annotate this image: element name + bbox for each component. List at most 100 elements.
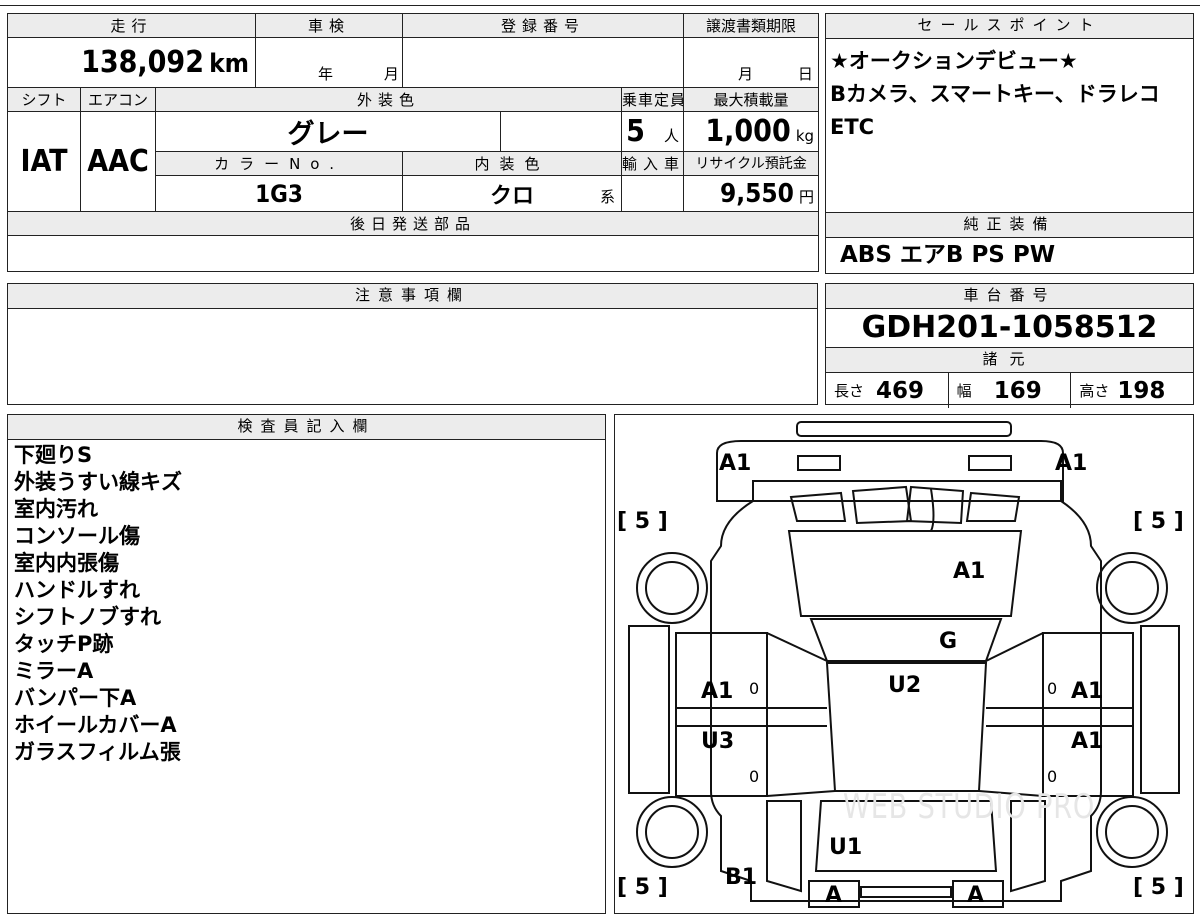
capacity-value: 5: [626, 114, 645, 149]
left-rear-pillar-line: [766, 790, 836, 797]
inspector-note: 下廻りS: [14, 443, 93, 467]
genuine-equipment-box: 純正装備 ABS エアB PS PW: [825, 212, 1194, 274]
spec-height-value: 198: [1117, 377, 1166, 404]
watermark: WEB STUDIO PRO: [843, 787, 1096, 827]
spec-length: 長さ 469: [826, 373, 949, 408]
mark-front-left: A1: [719, 451, 752, 476]
sales-point-lines: ★オークションデビュー★ Bカメラ、スマートキー、ドラレコ ETC: [826, 39, 1193, 144]
spec-width-label: 幅: [956, 382, 972, 400]
headlight-right-shape: [968, 455, 1012, 471]
grille-center-left-shape: [851, 485, 913, 525]
mark-rear-floor: U1: [829, 835, 863, 860]
top-clipped-edge: [0, 0, 1200, 6]
mark-front-right: A1: [1055, 451, 1088, 476]
hood-shape: [809, 618, 1003, 662]
mark-right-door-front: A1: [1071, 679, 1104, 704]
front-right-wheel-shape: [1096, 552, 1168, 624]
front-left-wheel-inner-shape: [645, 561, 699, 615]
left-fender-shape: [628, 625, 670, 794]
vehicle-info-table: 走行 車検 登録番号 譲渡書類期限 138,092 km 年 月 月 日 シフト…: [6, 13, 820, 272]
color-no-label: カラーNo.: [154, 151, 404, 176]
bracket-top-right: [ 5 ]: [1133, 509, 1184, 534]
chassis-number: GDH201-1058512: [826, 309, 1193, 348]
rear-left-wheel-shape: [636, 796, 708, 868]
mileage-unit: km: [209, 49, 250, 79]
exterior-color-value: グレー: [287, 119, 369, 150]
mileage-cell: 138,092 km: [6, 37, 257, 88]
sales-point-line: ETC: [830, 115, 875, 139]
mark-rear-a-left: A: [825, 883, 843, 908]
inspector-note: 室内汚れ: [14, 497, 98, 521]
mark-left-door-rear: U3: [701, 729, 735, 754]
inspector-note: バンパー下A: [14, 686, 137, 710]
specs-title: 諸元: [826, 348, 1193, 373]
front-left-wheel-shape: [636, 552, 708, 624]
grille-center-right-shape: [905, 485, 965, 525]
mark-rear-left: B1: [725, 865, 758, 890]
rear-left-wheel-inner-shape: [645, 805, 699, 859]
interior-color-cell: クロ 系: [402, 175, 623, 212]
bracket-top-right-value: 5: [1150, 509, 1167, 534]
import-label: 輸入車: [621, 151, 685, 176]
max-load-unit: kg: [795, 127, 815, 145]
capacity-label: 乗車定員: [621, 87, 685, 112]
grille-right-shape: [965, 491, 1021, 522]
inspector-note: 室内内張傷: [14, 551, 119, 575]
caution-box: 注意事項欄: [7, 283, 818, 405]
registration-value: [402, 37, 685, 88]
inspector-note: ガラスフィルム張: [14, 740, 181, 764]
chassis-title: 車台番号: [826, 284, 1193, 309]
max-load-label: 最大積載量: [683, 87, 820, 112]
recycle-unit: 円: [799, 187, 815, 206]
registration-label: 登録番号: [402, 13, 685, 38]
spec-height: 高さ 198: [1071, 373, 1193, 408]
inspector-title: 検査員記入欄: [8, 415, 605, 440]
color-no-value: 1G3: [255, 179, 303, 208]
inspector-notes: 下廻りS 外装うすい線キズ 室内汚れ コンソール傷 室内内張傷 ハンドルすれ シ…: [8, 440, 605, 766]
spec-width: 幅 169: [949, 373, 1072, 408]
interior-color-label: 内装色: [402, 151, 623, 176]
later-parts-value: [6, 235, 820, 272]
rear-left-quarter-shape: [766, 800, 802, 893]
mileage-label: 走行: [6, 13, 257, 38]
ac-label: エアコン: [80, 87, 156, 112]
bracket-bottom-right: [ 5 ]: [1133, 875, 1184, 900]
spec-length-label: 長さ: [834, 382, 865, 400]
top-bar-shape: [796, 421, 1012, 437]
grille-left-shape: [789, 491, 847, 522]
capacity-unit: 人: [664, 127, 680, 145]
inspector-note: ミラーA: [14, 659, 94, 683]
later-parts-label: 後日発送部品: [6, 211, 820, 236]
shift-label: シフト: [7, 87, 81, 112]
exterior-color-blank: [500, 111, 623, 152]
zero-mark: 0: [749, 767, 760, 786]
zero-mark: 0: [1047, 679, 1058, 698]
mark-roof: U2: [888, 673, 922, 698]
ac-value: AAC: [87, 144, 149, 179]
shift-value: IAT: [20, 144, 68, 179]
bracket-bottom-left-value: 5: [634, 875, 651, 900]
transfer-day: 日: [797, 65, 813, 83]
recycle-label: リサイクル預託金: [683, 151, 820, 176]
inspector-note: ハンドルすれ: [14, 578, 140, 602]
interior-color-suffix: 系: [600, 188, 616, 206]
headlight-left-shape: [797, 455, 841, 471]
mark-hood: G: [939, 629, 958, 654]
inspector-note: 外装うすい線キズ: [14, 470, 182, 494]
inspection-month: 月: [383, 65, 399, 83]
genuine-equipment-title: 純正装備: [826, 213, 1193, 238]
recycle-cell: 9,550 円: [683, 175, 820, 212]
transfer-date-cell: 月 日: [683, 37, 820, 88]
rear-bumper-slot-shape: [860, 886, 952, 898]
interior-color-value: クロ: [490, 183, 535, 209]
mark-rear-a-right: A: [967, 883, 985, 908]
recycle-value: 9,550: [719, 178, 794, 209]
genuine-equipment-value: ABS エアB PS PW: [840, 242, 1056, 268]
rear-right-wheel-shape: [1096, 796, 1168, 868]
rear-right-wheel-inner-shape: [1105, 805, 1159, 859]
exterior-color-label: 外装色: [154, 87, 623, 112]
grille-divider-shape: [930, 488, 935, 532]
spec-width-value: 169: [993, 377, 1042, 404]
sales-point-title: セールスポイント: [826, 14, 1193, 39]
bracket-top-left: [ 5 ]: [617, 509, 668, 534]
